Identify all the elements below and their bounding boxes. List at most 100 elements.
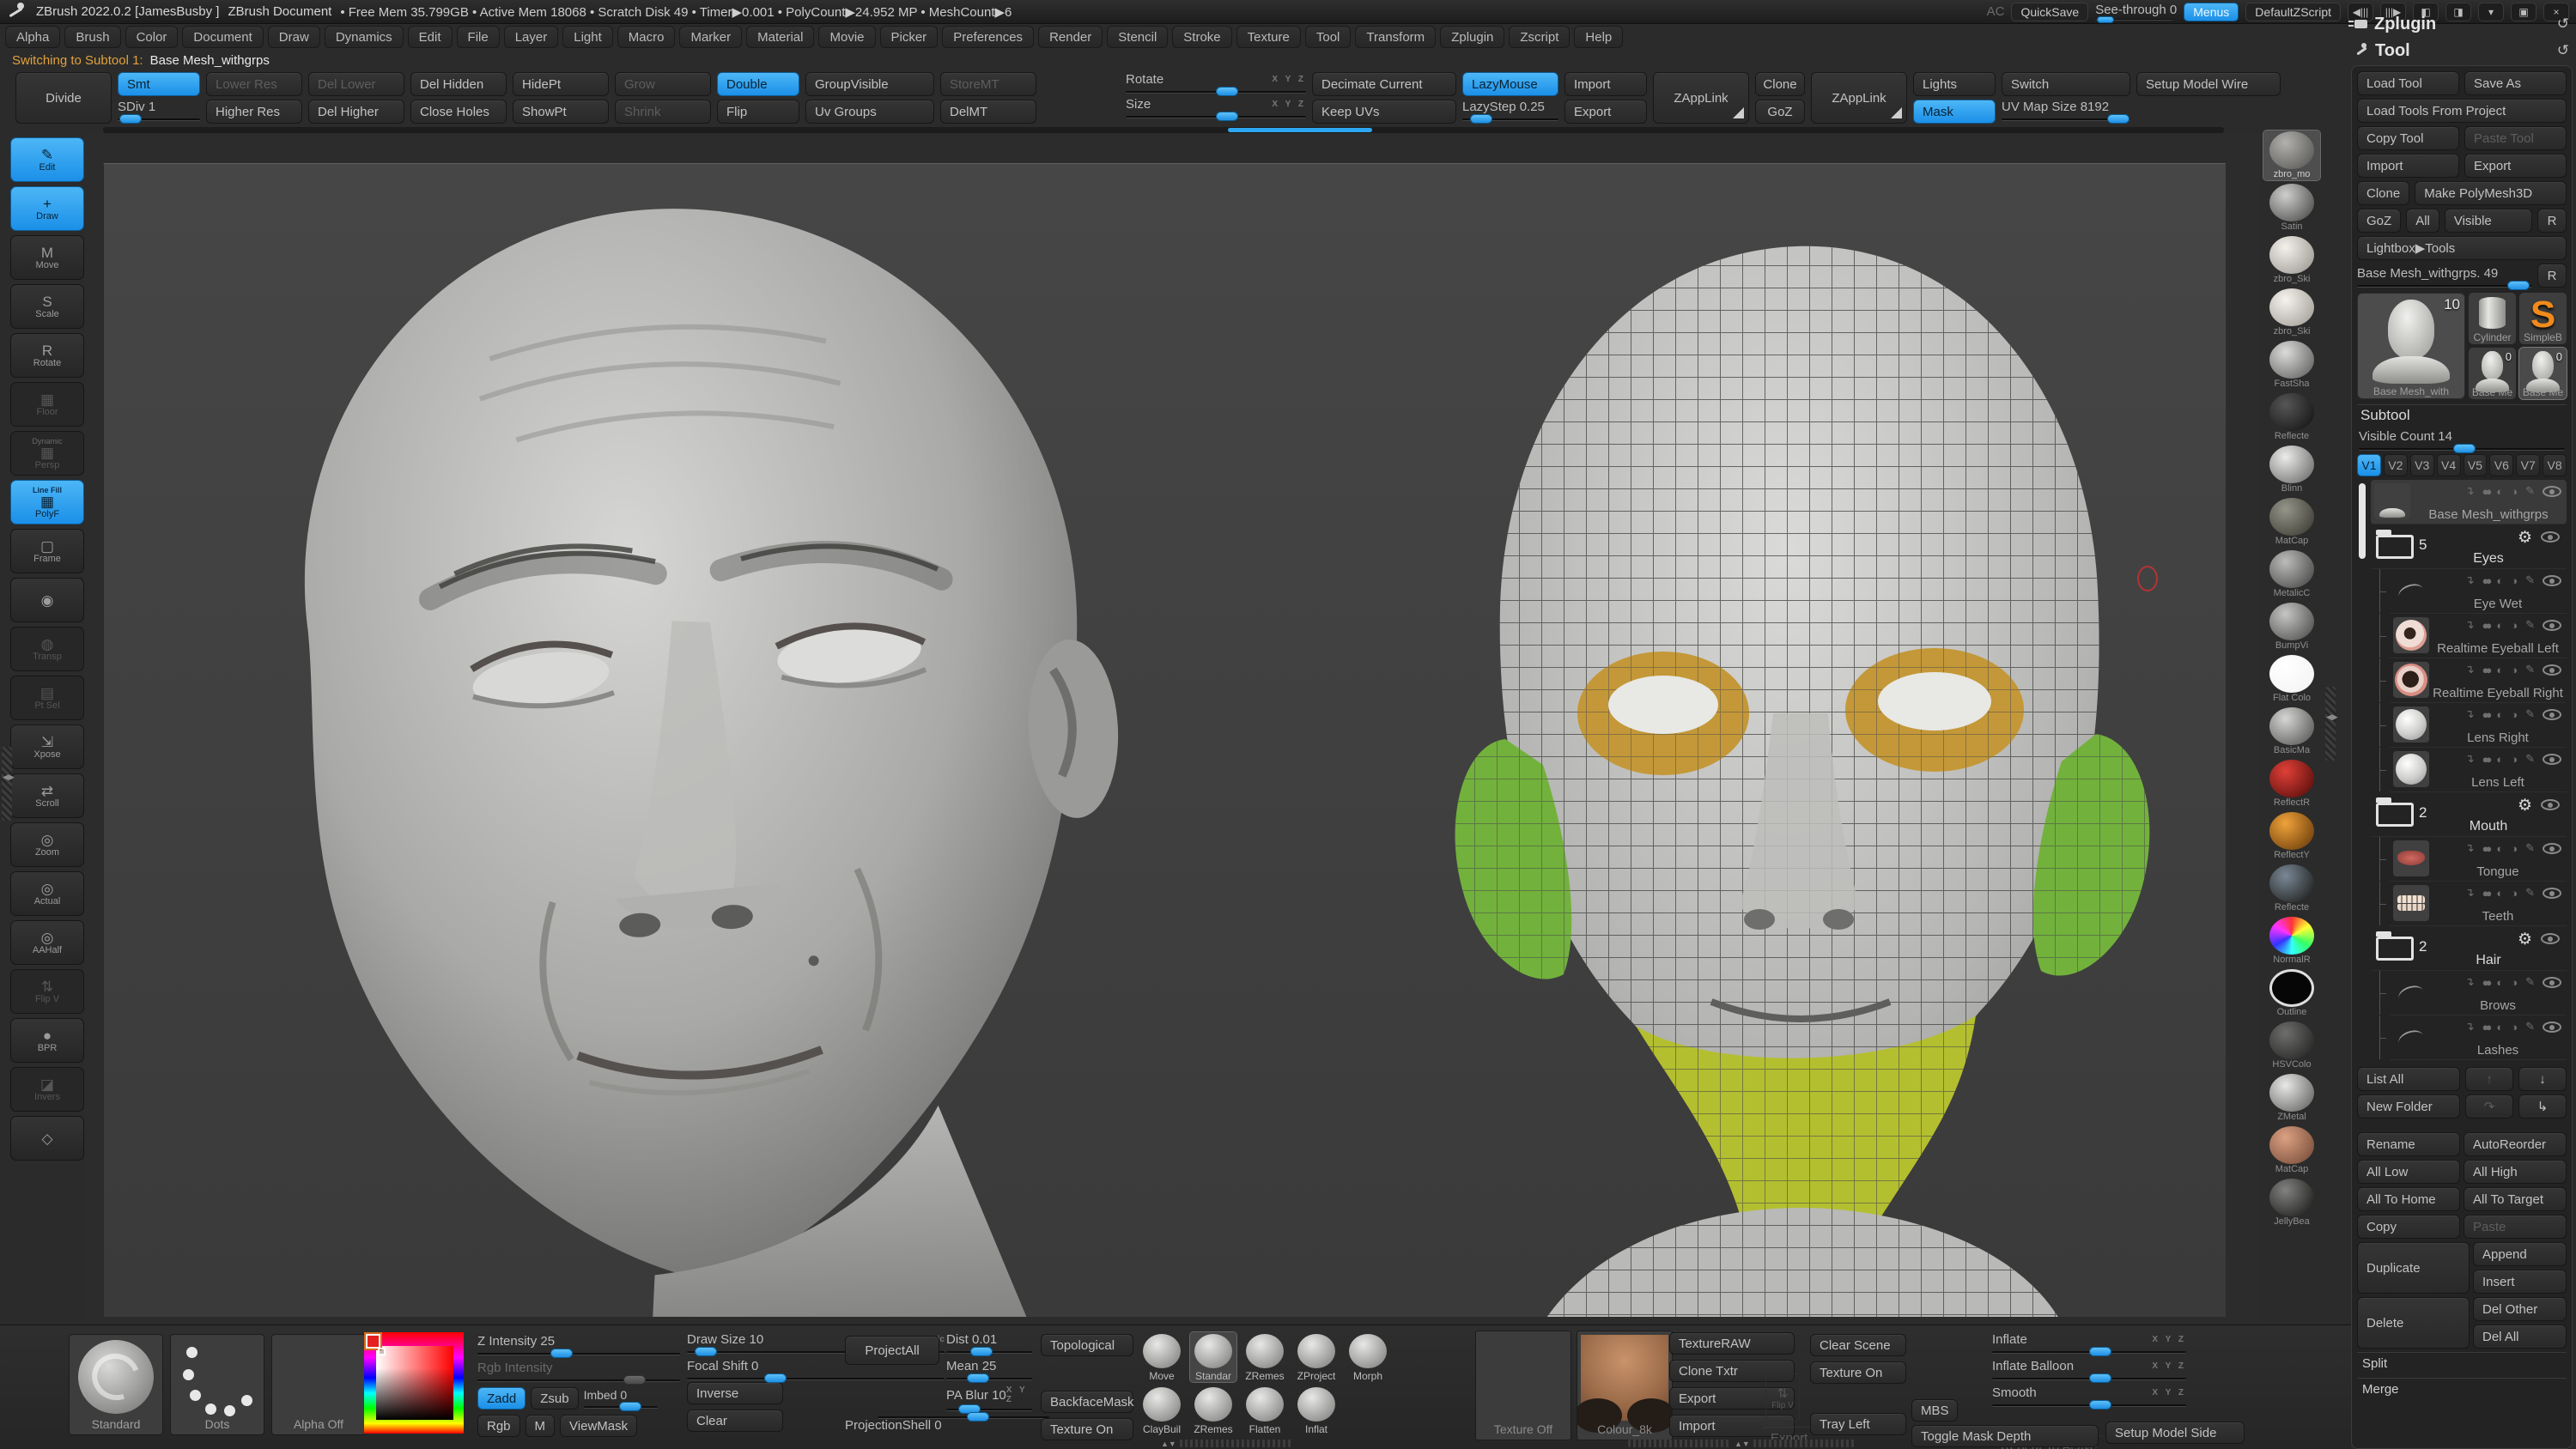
move-down-button[interactable]: ↓ <box>2518 1067 2567 1091</box>
menu-item[interactable]: Stroke <box>1172 26 1232 48</box>
brush-tray-item[interactable]: Morph <box>1345 1332 1391 1382</box>
brush-tray-item[interactable]: ZRemes <box>1242 1332 1288 1382</box>
subtool-select-arrow-icon[interactable]: ↴ <box>2465 618 2475 632</box>
subtool-thumbnail[interactable] <box>2376 931 2414 961</box>
import-tool-button[interactable]: Import <box>2357 154 2459 178</box>
keep-uvs-button[interactable]: Keep UVs <box>1312 100 1456 124</box>
visibility-eye-icon[interactable] <box>2543 842 2561 854</box>
menu-item[interactable]: Brush <box>64 26 121 48</box>
double-button[interactable]: Double <box>717 72 799 96</box>
boolean-subtract-icon[interactable]: ◐ <box>2496 753 2503 766</box>
boolean-subtract-icon[interactable]: ◐ <box>2496 887 2503 900</box>
boolean-intersect-icon[interactable]: ◑ <box>2511 887 2518 900</box>
subtool-thumbnail[interactable] <box>2393 1019 2429 1055</box>
cylinder-tool-thumbnail[interactable]: Cylinder <box>2469 293 2516 344</box>
zplugin-palette-header[interactable]: Zplugin ↺ <box>2348 12 2573 36</box>
goz-tool-button[interactable]: GoZ <box>2357 209 2402 233</box>
close-holes-button[interactable]: Close Holes <box>410 100 507 124</box>
material-swatch[interactable]: BasicMa <box>2263 706 2320 756</box>
brush-tray-item[interactable]: Inflat <box>1293 1385 1340 1435</box>
material-swatch[interactable]: ReflectY <box>2263 811 2320 861</box>
uv-groups-button[interactable]: Uv Groups <box>805 100 934 124</box>
mask-button[interactable]: Mask <box>1913 100 1996 124</box>
shelf-button[interactable]: ◉ <box>10 578 84 622</box>
default-zscript-button[interactable]: DefaultZScript <box>2245 2 2341 21</box>
shelf-button[interactable]: ✎ Edit <box>10 137 84 182</box>
folder-eye-icon[interactable] <box>2541 933 2560 944</box>
goz-all-button[interactable]: All <box>2406 209 2439 233</box>
subtool-select-arrow-icon[interactable]: ↴ <box>2465 484 2475 498</box>
boolean-add-icon[interactable]: ●● <box>2482 664 2493 676</box>
subtool-row[interactable]: ↴ ●● ◐ ◑ ✎ ⚙ Tongue <box>2379 837 2567 882</box>
bottom-canvas-divider[interactable]: ▲▼ <box>1628 1440 1856 1448</box>
subtool-row[interactable]: ↴ ●● ◐ ◑ ✎ ⚙ Realtime Eyeball Left <box>2379 614 2567 658</box>
visibility-eye-icon[interactable] <box>2543 976 2561 988</box>
mean-slider[interactable]: Mean 25 <box>946 1359 1032 1383</box>
menu-item[interactable]: Material <box>746 26 815 48</box>
material-swatch[interactable]: zbro_Ski <box>2263 235 2320 285</box>
move-into-folder-button[interactable]: ↳ <box>2518 1094 2567 1119</box>
visibility-tab[interactable]: V8 <box>2543 454 2567 476</box>
visibility-eye-icon[interactable] <box>2543 485 2561 497</box>
brush-tray-item[interactable]: ZRemes <box>1190 1385 1236 1435</box>
subtool-row[interactable]: ↴ ●● ◐ ◑ ✎ ⚙ Eye Wet <box>2379 569 2567 614</box>
visibility-eye-icon[interactable] <box>2543 619 2561 631</box>
pa-blur-slider[interactable]: PA Blur 10 X Y Z <box>946 1385 1032 1414</box>
visibility-eye-icon[interactable] <box>2543 1021 2561 1033</box>
duplicate-button[interactable]: Duplicate <box>2357 1242 2470 1294</box>
boolean-subtract-icon[interactable]: ◐ <box>2496 708 2503 721</box>
polypaint-brush-icon[interactable]: ✎ <box>2525 975 2535 989</box>
menu-item[interactable]: Color <box>125 26 179 48</box>
autoreorder-button[interactable]: AutoReorder <box>2464 1132 2567 1156</box>
shelf-button[interactable]: ◎ Zoom <box>10 822 84 867</box>
flip-v-button[interactable]: ⇅ Flip V <box>1765 1373 1800 1422</box>
boolean-add-icon[interactable]: ●● <box>2482 619 2493 632</box>
flip-button[interactable]: Flip <box>717 100 799 124</box>
smt-button[interactable]: Smt <box>118 72 200 96</box>
subtool-section-header[interactable]: Subtool <box>2357 404 2567 426</box>
boolean-intersect-icon[interactable]: ◑ <box>2511 664 2518 676</box>
sculpted-head-model[interactable] <box>112 163 1315 1317</box>
material-swatch[interactable]: ZMetal <box>2263 1073 2320 1123</box>
subtool-thumbnail[interactable] <box>2393 840 2429 876</box>
shelf-button[interactable]: ⇲ Xpose <box>10 724 84 769</box>
polypaint-brush-icon[interactable]: ✎ <box>2525 886 2535 900</box>
shelf-button[interactable]: ◎ AAHalf <box>10 920 84 965</box>
grow-button[interactable]: Grow <box>615 72 711 96</box>
simplebrush-tool-thumbnail[interactable]: S SimpleB <box>2519 293 2567 344</box>
shelf-button[interactable]: ◎ Actual <box>10 871 84 916</box>
menu-item[interactable]: Movie <box>818 26 876 48</box>
recent-tool-thumbnail[interactable]: 0 Base Me <box>2518 347 2567 400</box>
shelf-button[interactable]: M Move <box>10 235 84 280</box>
lazystep-slider[interactable]: LazyStep 0.25 <box>1462 100 1558 124</box>
boolean-add-icon[interactable]: ●● <box>2482 887 2493 900</box>
subtool-row[interactable]: 5 ↴ ●● ◐ ◑ ✎ ⚙ Eyes <box>2371 524 2567 569</box>
copy-subtool-button[interactable]: Copy <box>2357 1215 2460 1239</box>
material-swatch[interactable]: Flat Colo <box>2263 654 2320 704</box>
menu-item[interactable]: Render <box>1038 26 1103 48</box>
visibility-tab[interactable]: V5 <box>2463 454 2488 476</box>
texture-on-button[interactable]: Texture On <box>1041 1418 1133 1440</box>
visibility-tab[interactable]: V2 <box>2383 454 2408 476</box>
paste-subtool-button[interactable]: Paste <box>2464 1215 2567 1239</box>
material-swatch[interactable]: zbro_Ski <box>2263 288 2320 337</box>
material-swatch[interactable]: Reflecte <box>2263 864 2320 913</box>
shelf-button[interactable]: ▤ Pt Sel <box>10 676 84 720</box>
all-to-home-button[interactable]: All To Home <box>2357 1187 2460 1211</box>
subtool-thumbnail[interactable] <box>2393 617 2429 653</box>
material-swatch[interactable]: Reflecte <box>2263 392 2320 442</box>
material-swatch[interactable]: HSVColo <box>2263 1021 2320 1070</box>
subtool-select-arrow-icon[interactable]: ↴ <box>2465 841 2475 855</box>
shelf-button[interactable]: Line Fill ▦ PolyF <box>10 480 84 524</box>
folder-eye-icon[interactable] <box>2541 531 2560 543</box>
del-lower-button[interactable]: Del Lower <box>308 72 404 96</box>
brush-tray-item[interactable]: Flatten <box>1242 1385 1288 1435</box>
boolean-subtract-icon[interactable]: ◐ <box>2496 842 2503 855</box>
polypaint-brush-icon[interactable]: ✎ <box>2525 573 2535 587</box>
split-section-header[interactable]: Split <box>2357 1352 2567 1374</box>
subtool-thumbnail[interactable] <box>2393 974 2429 1010</box>
setup-model-wire-button[interactable]: Setup Model Wire <box>2136 72 2281 96</box>
polypaint-brush-icon[interactable]: ✎ <box>2525 1020 2535 1034</box>
alpha-thumbnail[interactable]: Alpha Off <box>271 1334 366 1435</box>
inverse-button[interactable]: Inverse <box>687 1382 783 1404</box>
